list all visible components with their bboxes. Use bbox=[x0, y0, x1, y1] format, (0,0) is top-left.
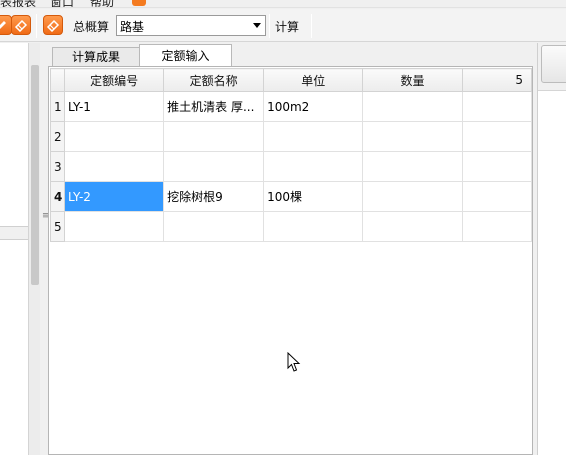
left-pane-selected-row[interactable] bbox=[0, 226, 28, 240]
menu-window[interactable]: 窗口 bbox=[50, 0, 74, 7]
col-header-qty[interactable]: 数量 bbox=[362, 68, 463, 92]
cell-qty[interactable] bbox=[362, 91, 463, 122]
cell-unit[interactable] bbox=[263, 151, 364, 182]
tab-calc-results[interactable]: 计算成果 bbox=[52, 47, 140, 67]
cell-code[interactable] bbox=[63, 121, 165, 152]
right-pane bbox=[537, 43, 566, 455]
col-header-code[interactable]: 定额编号 bbox=[63, 68, 165, 92]
menu-bar: 表报表 窗口 帮助 bbox=[0, 0, 566, 8]
menu-help[interactable]: 帮助 bbox=[90, 0, 114, 7]
table-row[interactable]: 5 bbox=[50, 211, 533, 242]
cell-qty[interactable] bbox=[362, 121, 463, 152]
cell-unit[interactable] bbox=[263, 121, 364, 152]
toolbar: 总概算 路基 计算 bbox=[0, 9, 566, 42]
section-select[interactable]: 路基 bbox=[116, 15, 266, 36]
col-header-name[interactable]: 定额名称 bbox=[163, 68, 265, 92]
cell-code[interactable] bbox=[63, 211, 165, 242]
cell-name[interactable] bbox=[163, 211, 265, 242]
row-number[interactable]: 3 bbox=[50, 151, 65, 182]
cell-unit[interactable] bbox=[263, 211, 364, 242]
calc-button[interactable]: 计算 bbox=[275, 18, 299, 35]
cell-unit[interactable]: 100棵 bbox=[263, 181, 364, 212]
corner-header[interactable] bbox=[50, 68, 65, 92]
table-row[interactable]: 2 bbox=[50, 121, 533, 152]
row-number[interactable]: 4 bbox=[50, 181, 65, 212]
table-row[interactable]: 1 LY-1 推土机清表 厚... 100m2 bbox=[50, 91, 533, 122]
clear-button[interactable] bbox=[11, 15, 31, 35]
cell-qty[interactable] bbox=[362, 211, 463, 242]
cell-extra[interactable] bbox=[461, 151, 533, 182]
section-select-value: 路基 bbox=[120, 20, 145, 34]
edit-button[interactable] bbox=[43, 15, 63, 35]
mouse-cursor-icon bbox=[287, 352, 301, 372]
eraser-icon bbox=[0, 21, 6, 29]
toolbar-separator bbox=[36, 14, 37, 38]
right-pane-button[interactable] bbox=[541, 45, 566, 83]
chevron-down-icon[interactable] bbox=[249, 16, 265, 35]
menu-report[interactable]: 表报表 bbox=[0, 0, 36, 7]
toolbar-separator bbox=[269, 14, 270, 38]
row-number[interactable]: 2 bbox=[50, 121, 65, 152]
cell-name[interactable] bbox=[163, 151, 265, 182]
menu-app-icon[interactable] bbox=[132, 0, 146, 6]
cell-extra[interactable] bbox=[461, 121, 533, 152]
cell-name[interactable] bbox=[163, 121, 265, 152]
cell-extra[interactable] bbox=[461, 91, 533, 122]
table-header-row: 定额编号 定额名称 单位 数量 5 bbox=[50, 68, 533, 92]
tab-quota-input[interactable]: 定额输入 bbox=[139, 44, 232, 67]
pane-splitter[interactable]: ≡ bbox=[41, 43, 50, 455]
total-estimate-label: 总概算 bbox=[73, 20, 110, 34]
col-header-5[interactable]: 5 bbox=[461, 68, 533, 92]
cell-code[interactable] bbox=[63, 151, 165, 182]
right-pane-content bbox=[538, 90, 566, 455]
cell-code-selected[interactable]: LY-2 bbox=[63, 181, 165, 212]
table-row[interactable]: 3 bbox=[50, 151, 533, 182]
row-number[interactable]: 1 bbox=[50, 91, 65, 122]
scrollbar-thumb[interactable] bbox=[31, 65, 39, 285]
toolbar-separator bbox=[311, 14, 312, 38]
row-number[interactable]: 5 bbox=[50, 211, 65, 242]
quota-table: 定额编号 定额名称 单位 数量 5 1 LY-1 推土机清表 厚... 100m… bbox=[50, 68, 533, 242]
cell-extra[interactable] bbox=[461, 181, 533, 212]
cell-name[interactable]: 挖除树根9 bbox=[163, 181, 265, 212]
left-pane-scrollbar[interactable] bbox=[28, 43, 40, 455]
eraser-icon bbox=[14, 19, 28, 32]
table-row[interactable]: 4 LY-2 挖除树根9 100棵 bbox=[50, 181, 533, 212]
cell-qty[interactable] bbox=[362, 151, 463, 182]
quota-grid: 定额编号 定额名称 单位 数量 5 1 LY-1 推土机清表 厚... 100m… bbox=[48, 66, 533, 455]
cell-name[interactable]: 推土机清表 厚... bbox=[163, 91, 265, 122]
left-tree-pane bbox=[0, 43, 40, 455]
cell-unit[interactable]: 100m2 bbox=[263, 91, 364, 122]
col-header-unit[interactable]: 单位 bbox=[263, 68, 364, 92]
tab-bar: 计算成果 定额输入 bbox=[48, 43, 536, 67]
cell-extra[interactable] bbox=[461, 211, 533, 242]
cell-code[interactable]: LY-1 bbox=[63, 91, 165, 122]
eraser-icon bbox=[46, 19, 60, 32]
cell-qty[interactable] bbox=[362, 181, 463, 212]
